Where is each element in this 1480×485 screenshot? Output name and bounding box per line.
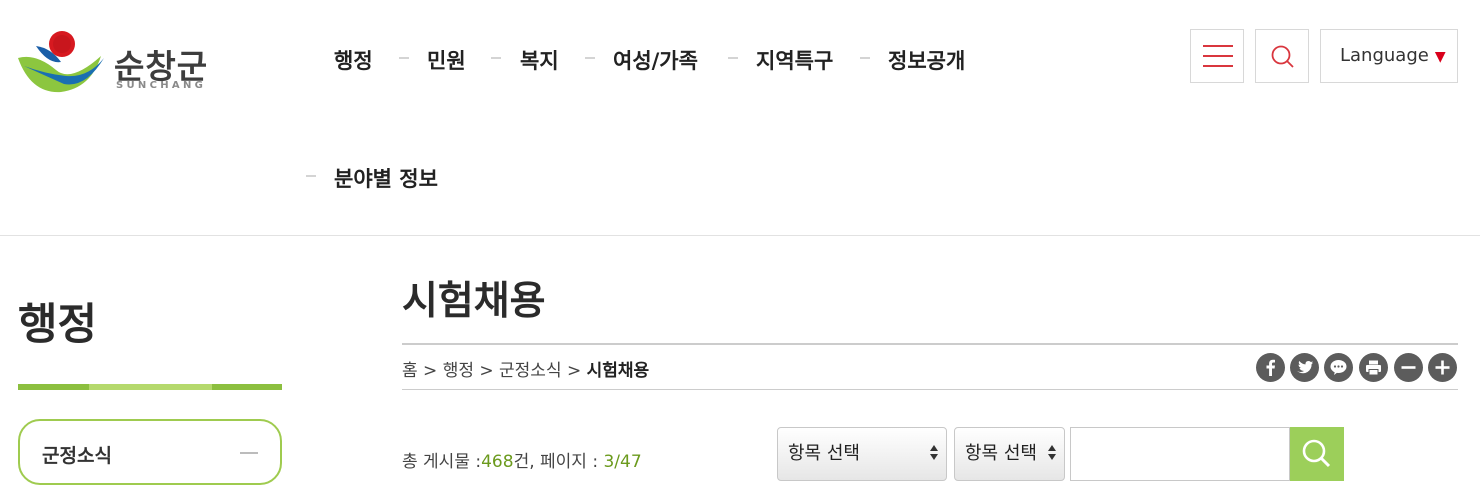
- zoom-out-icon[interactable]: [1394, 353, 1423, 382]
- gnb-separator: [306, 175, 316, 177]
- sidebar-item-news[interactable]: 군정소식: [18, 419, 282, 485]
- post-count: 468: [481, 452, 514, 472]
- search-field-select[interactable]: 항목 선택: [954, 427, 1065, 481]
- board-count: 총 게시물 :468건, 페이지 : 3/47: [402, 447, 642, 472]
- sidebar-item-label: 군정소식: [42, 445, 112, 467]
- all-menu-button[interactable]: [1190, 29, 1244, 83]
- zoom-in-icon[interactable]: [1428, 353, 1457, 382]
- gnb-separator: [585, 57, 595, 59]
- breadcrumb-bottom-border: [402, 389, 1458, 390]
- gnb-separator: [399, 57, 409, 59]
- gnb-item-administration[interactable]: 행정: [334, 45, 373, 75]
- sidebar-title-underline: [18, 384, 282, 390]
- caret-down-icon: ▼: [1434, 49, 1446, 65]
- gnb-item-civil[interactable]: 민원: [427, 45, 466, 75]
- minus-icon: [240, 452, 258, 454]
- gnb-item-women-family[interactable]: 여성/가족: [613, 45, 698, 75]
- page-indicator: 3/47: [603, 452, 642, 472]
- twitter-icon[interactable]: [1290, 353, 1319, 382]
- logo-subtext: SUNCHANG: [116, 80, 207, 91]
- breadcrumb: 홈 > 행정 > 군정소식 > 시험채용: [402, 356, 649, 381]
- search-icon: [1302, 439, 1331, 468]
- gnb-separator: [860, 57, 870, 59]
- print-icon[interactable]: [1359, 353, 1388, 382]
- search-category-select[interactable]: 항목 선택: [777, 427, 947, 481]
- hamburger-menu-icon: [1203, 45, 1233, 47]
- page-title: 시험채용: [402, 279, 546, 324]
- count-prefix: 총 게시물 :: [402, 452, 482, 472]
- select-arrows-icon: [1048, 445, 1056, 460]
- kakao-story-icon[interactable]: [1324, 353, 1353, 382]
- search-submit-button[interactable]: [1290, 427, 1344, 481]
- sidebar-title: 행정: [18, 300, 98, 350]
- search-input[interactable]: [1070, 427, 1290, 481]
- search-icon: [1271, 45, 1294, 68]
- logo-emblem-icon: [18, 31, 104, 93]
- select-value: 항목 선택: [788, 443, 860, 464]
- site-header: 순창군 SUNCHANG 행정 민원 복지 여성/가족 지역특구 정보공개 분야…: [0, 0, 1480, 236]
- language-label: Language: [1340, 45, 1429, 66]
- breadcrumb-path: 홈 > 행정 > 군정소식 >: [402, 361, 587, 381]
- gnb-item-field-info[interactable]: 분야별 정보: [334, 163, 438, 193]
- gnb-item-special-zone[interactable]: 지역특구: [756, 45, 833, 75]
- select-value: 항목 선택: [965, 443, 1037, 464]
- breadcrumb-current: 시험채용: [586, 361, 650, 381]
- gnb-item-welfare[interactable]: 복지: [520, 45, 559, 75]
- breadcrumb-top-border: [402, 343, 1458, 345]
- facebook-icon[interactable]: [1256, 353, 1285, 382]
- gnb-separator: [491, 57, 501, 59]
- select-arrows-icon: [930, 445, 938, 460]
- header-search-button[interactable]: [1255, 29, 1309, 83]
- gnb-item-info-disclosure[interactable]: 정보공개: [888, 45, 965, 75]
- language-button[interactable]: Language ▼: [1320, 29, 1458, 83]
- gnb-separator: [728, 57, 738, 59]
- count-suffix: 건, 페이지 :: [513, 452, 604, 472]
